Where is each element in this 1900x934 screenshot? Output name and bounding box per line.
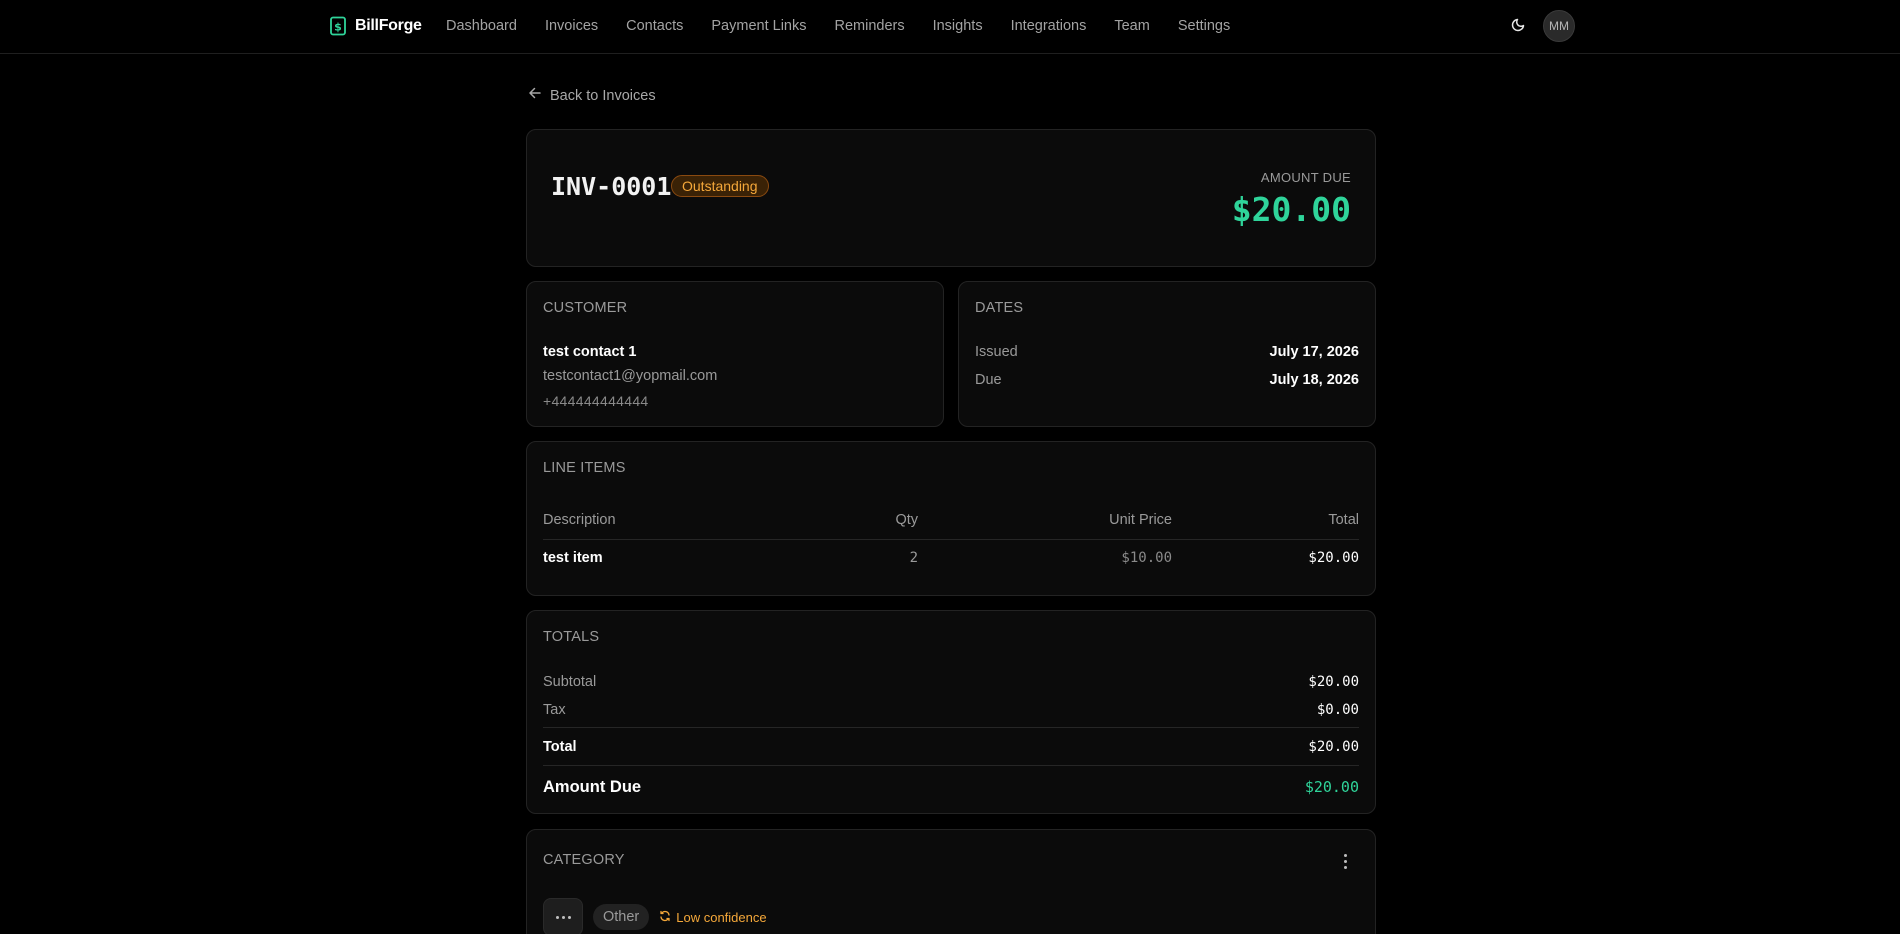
brand-name: BillForge: [355, 17, 422, 34]
svg-text:$: $: [334, 21, 342, 34]
theme-toggle-button[interactable]: [1508, 15, 1530, 37]
dates-card: DATES Issued July 17, 2026 Due July 18, …: [958, 281, 1376, 427]
totals-divider: [543, 765, 1359, 766]
category-more-button[interactable]: [543, 898, 583, 934]
total-row: Total $20.00: [543, 736, 1359, 758]
invoice-header-card: INV-0001 Outstanding AMOUNT DUE $20.00: [526, 129, 1376, 267]
customer-name: test contact 1: [543, 344, 637, 360]
item-unit-price: $10.00: [1121, 550, 1172, 566]
amount-due-total-label: Amount Due: [543, 777, 642, 796]
nav-team[interactable]: Team: [1114, 18, 1149, 34]
user-avatar[interactable]: MM: [1543, 10, 1575, 42]
due-date-row: Due July 18, 2026: [975, 370, 1359, 390]
category-section-title: CATEGORY: [543, 852, 625, 868]
line-items-table-header: Description Qty Unit Price Total: [543, 512, 1359, 534]
totals-card: TOTALS Subtotal $20.00 Tax $0.00 Total $…: [526, 610, 1376, 814]
customer-section-title: CUSTOMER: [543, 300, 628, 316]
customer-phone: +444444444444: [543, 393, 649, 409]
category-row: Other Low confidence: [543, 898, 767, 934]
amount-due-value: $20.00: [1231, 190, 1351, 229]
category-card: CATEGORY Other Low confidence: [526, 829, 1376, 934]
item-description: test item: [543, 550, 603, 566]
totals-divider: [543, 727, 1359, 728]
nav-dashboard[interactable]: Dashboard: [446, 18, 517, 34]
nav-invoices[interactable]: Invoices: [545, 18, 598, 34]
main-nav: Dashboard Invoices Contacts Payment Link…: [446, 14, 1258, 38]
invoice-number: INV-0001: [551, 172, 672, 201]
back-link-label: Back to Invoices: [550, 87, 656, 104]
total-value: $20.00: [1308, 739, 1359, 755]
table-divider: [543, 539, 1359, 540]
tax-label: Tax: [543, 702, 566, 718]
moon-icon: [1511, 16, 1527, 37]
dates-section-title: DATES: [975, 300, 1024, 316]
receipt-dollar-icon: $: [329, 16, 347, 36]
due-label: Due: [975, 372, 1002, 388]
brand-logo[interactable]: $ BillForge: [329, 14, 422, 38]
tax-value: $0.00: [1316, 702, 1359, 718]
line-items-card: LINE ITEMS Description Qty Unit Price To…: [526, 441, 1376, 596]
arrow-left-icon: [528, 86, 542, 105]
nav-contacts[interactable]: Contacts: [626, 18, 683, 34]
ellipsis-dot: [555, 915, 559, 919]
nav-payment-links[interactable]: Payment Links: [711, 18, 806, 34]
kebab-dot: [1343, 859, 1347, 863]
subtotal-label: Subtotal: [543, 674, 597, 690]
total-label: Total: [543, 739, 577, 755]
subtotal-row: Subtotal $20.00: [543, 671, 1359, 693]
due-date: July 18, 2026: [1269, 372, 1360, 388]
nav-insights[interactable]: Insights: [933, 18, 983, 34]
col-unit-price: Unit Price: [1109, 512, 1172, 528]
back-to-invoices-link[interactable]: Back to Invoices: [528, 86, 656, 105]
customer-email: testcontact1@yopmail.com: [543, 368, 718, 384]
table-row: test item 2 $10.00 $20.00: [543, 550, 1359, 572]
totals-section-title: TOTALS: [543, 629, 600, 645]
ellipsis-dot: [561, 915, 565, 919]
nav-settings[interactable]: Settings: [1178, 18, 1230, 34]
line-items-section-title: LINE ITEMS: [543, 460, 626, 476]
item-total: $20.00: [1308, 550, 1359, 566]
top-navigation-bar: $ BillForge Dashboard Invoices Contacts …: [0, 0, 1900, 54]
category-menu-button[interactable]: [1337, 852, 1353, 870]
col-description: Description: [543, 512, 616, 528]
tax-row: Tax $0.00: [543, 699, 1359, 721]
issued-label: Issued: [975, 344, 1018, 360]
refresh-icon: [659, 910, 671, 925]
customer-card: CUSTOMER test contact 1 testcontact1@yop…: [526, 281, 944, 427]
category-chip[interactable]: Other: [593, 904, 650, 930]
col-qty: Qty: [895, 512, 918, 528]
amount-due-label: AMOUNT DUE: [1260, 170, 1351, 185]
status-badge: Outstanding: [671, 175, 769, 197]
kebab-dot: [1343, 865, 1347, 869]
amount-due-row: Amount Due $20.00: [543, 775, 1359, 799]
amount-due-total-value: $20.00: [1304, 778, 1359, 796]
ellipsis-dot: [567, 915, 571, 919]
nav-reminders[interactable]: Reminders: [834, 18, 904, 34]
item-qty: 2: [909, 550, 918, 566]
issued-date-row: Issued July 17, 2026: [975, 342, 1359, 362]
confidence-label: Low confidence: [676, 909, 767, 925]
col-total: Total: [1328, 512, 1359, 528]
issued-date: July 17, 2026: [1269, 344, 1360, 360]
subtotal-value: $20.00: [1308, 674, 1359, 690]
nav-integrations[interactable]: Integrations: [1011, 18, 1087, 34]
confidence-indicator: Low confidence: [659, 909, 767, 925]
kebab-dot: [1343, 853, 1347, 857]
